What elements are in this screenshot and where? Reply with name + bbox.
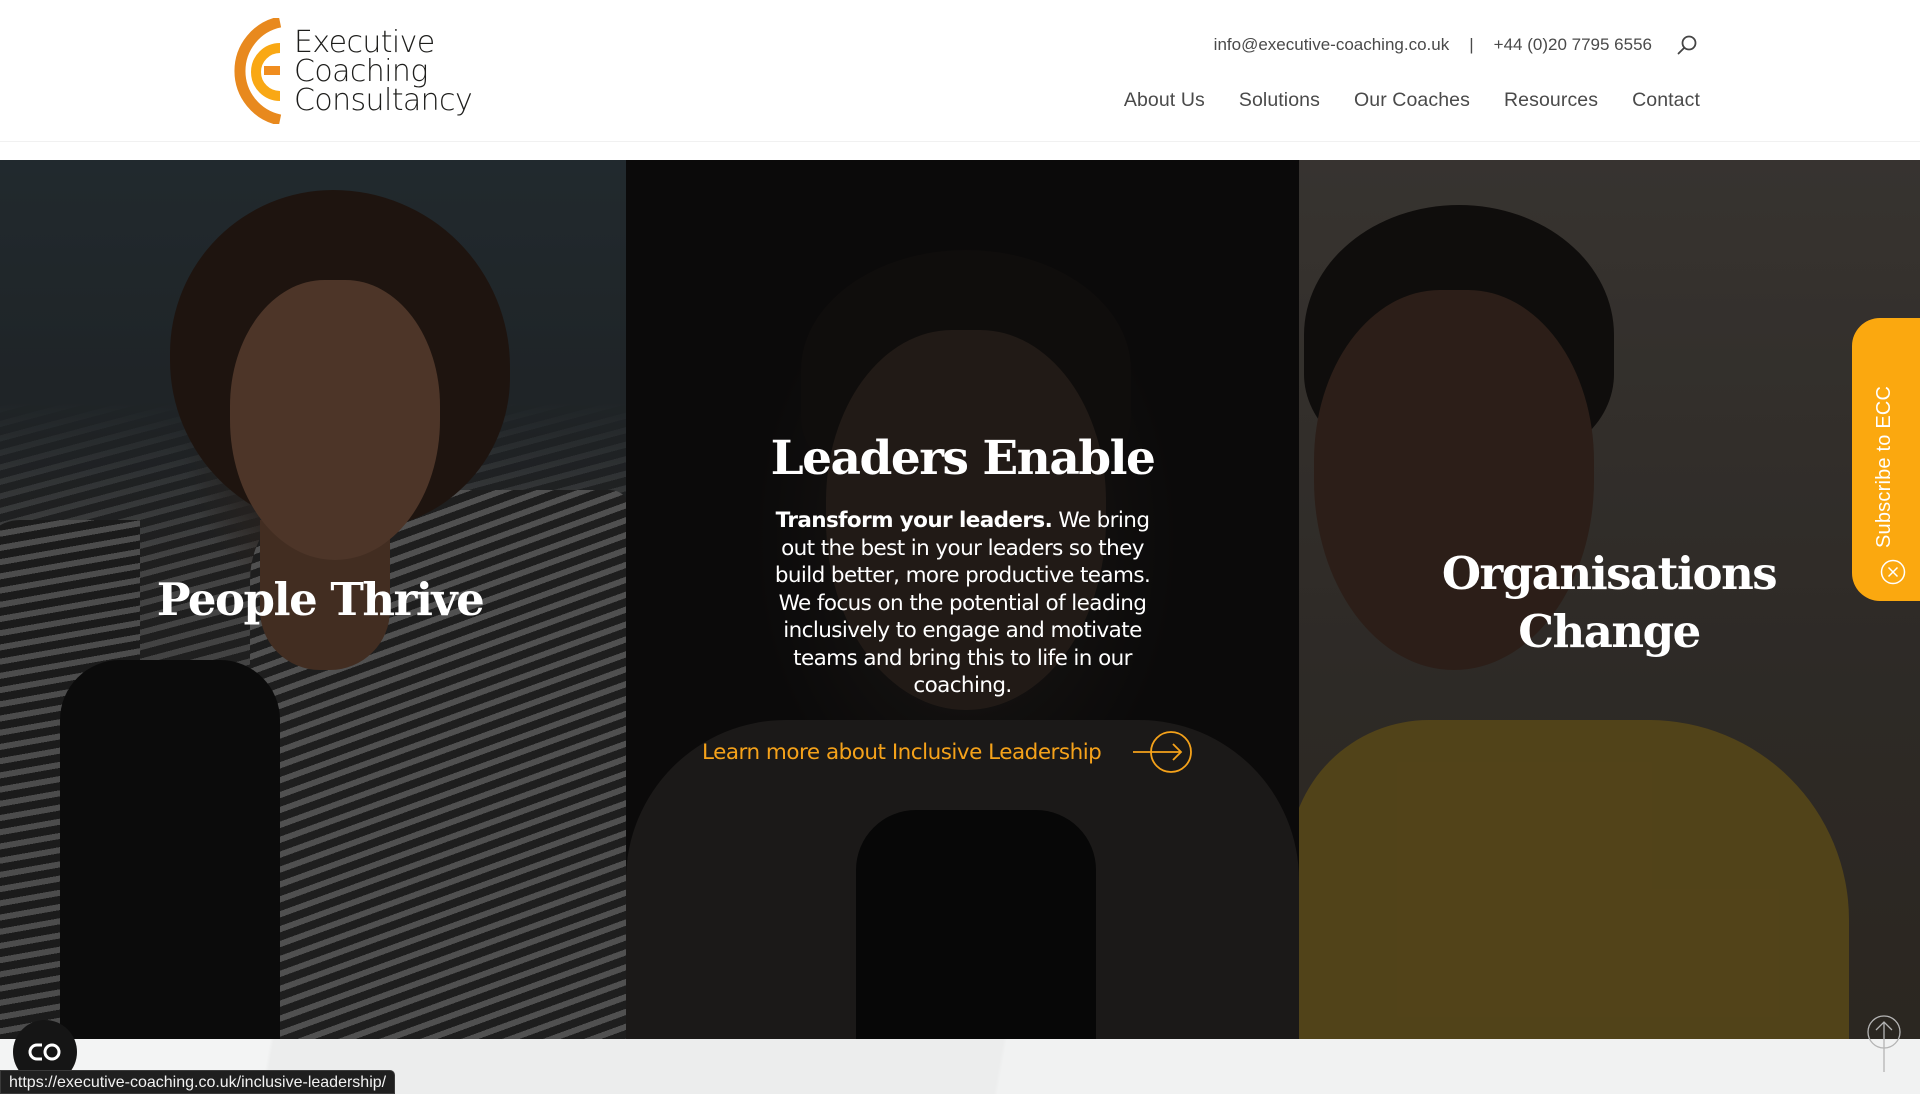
panel-description: Transform your leaders. We bring out the… [757, 507, 1168, 700]
phone-link[interactable]: +44 (0)20 7795 6556 [1494, 35, 1652, 55]
logo-mark-icon [234, 18, 282, 124]
subscribe-label: Subscribe to ECC [1873, 385, 1895, 548]
subscribe-tab[interactable]: Subscribe to ECC [1852, 318, 1920, 601]
status-bar-url: https://executive-coaching.co.uk/inclusi… [0, 1070, 396, 1094]
heading-line-2: Change [1518, 605, 1701, 658]
nav-about-us[interactable]: About Us [1124, 89, 1205, 112]
hero-section: People Thrive Leaders Enable Transform y… [0, 160, 1920, 1039]
panel-heading: Organisations Change [1299, 545, 1919, 661]
header-divider [0, 141, 1920, 142]
logo-line-1: Executive [294, 24, 435, 60]
panel-heading: People Thrive [156, 573, 485, 626]
site-header: Executive Coaching Consultancy info@exec… [0, 0, 1920, 160]
learn-more-link[interactable]: Learn more about Inclusive Leadership [702, 730, 1195, 774]
close-circle-icon[interactable] [1880, 559, 1906, 585]
logo-text: Executive Coaching Consultancy [294, 24, 473, 118]
main-nav: About Us Solutions Our Coaches Resources… [1090, 89, 1700, 112]
cookie-consent-icon [28, 1043, 61, 1061]
contact-bar: info@executive-coaching.co.uk | +44 (0)2… [1214, 34, 1698, 56]
panel-organisations-change[interactable]: Organisations Change [1299, 160, 1920, 1039]
panel-leaders-enable[interactable]: Leaders Enable Transform your leaders. W… [626, 160, 1299, 1039]
nav-our-coaches[interactable]: Our Coaches [1354, 89, 1470, 112]
email-link[interactable]: info@executive-coaching.co.uk [1214, 35, 1450, 55]
arrow-up-circle-icon[interactable] [1866, 1014, 1902, 1074]
nav-contact[interactable]: Contact [1632, 89, 1700, 112]
description-text: We bring out the best in your leaders so… [774, 508, 1151, 698]
nav-solutions[interactable]: Solutions [1239, 89, 1320, 112]
panel-people-thrive[interactable]: People Thrive [0, 160, 626, 1039]
logo-line-2: Coaching [294, 53, 428, 89]
learn-more-label: Learn more about Inclusive Leadership [702, 739, 1102, 765]
logo-line-3: Consultancy [294, 82, 473, 118]
description-bold: Transform your leaders. [775, 508, 1053, 533]
panel-heading: Leaders Enable [770, 431, 1156, 486]
logo-link[interactable]: Executive Coaching Consultancy [224, 18, 473, 124]
arrow-circle-right-icon [1133, 731, 1193, 773]
heading-line-1: Organisations [1441, 547, 1778, 600]
search-icon[interactable] [1676, 34, 1698, 56]
contact-separator: | [1469, 35, 1474, 54]
nav-resources[interactable]: Resources [1504, 89, 1598, 112]
